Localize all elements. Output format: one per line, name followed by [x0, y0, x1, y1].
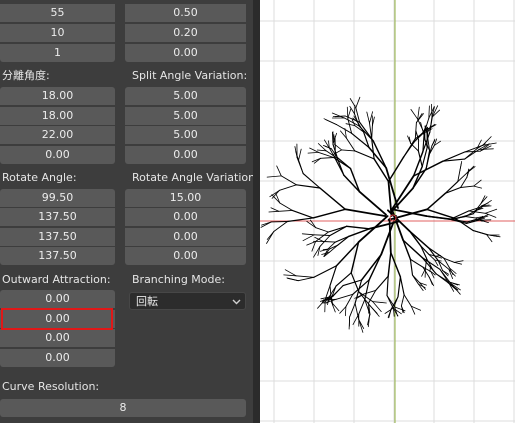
viewport-canvas [260, 0, 515, 423]
branching-mode-value: 回転 [136, 295, 158, 308]
split-angle-variation-field-2[interactable]: 5.00 [125, 107, 246, 125]
outward-attraction-field-4[interactable]: 0.00 [0, 349, 115, 367]
selection-highlight [1, 308, 113, 330]
chevron-down-icon [232, 293, 241, 311]
ratio-field-2[interactable]: 0.20 [125, 24, 246, 42]
rotate-angle-field-1[interactable]: 99.50 [0, 189, 115, 207]
rotate-angle-field-3[interactable]: 137.50 [0, 228, 115, 246]
panel-divider[interactable] [253, 0, 260, 423]
level-field-1[interactable]: 55 [0, 4, 115, 22]
rotate-angle-label: Rotate Angle: [2, 171, 77, 184]
level-field-2[interactable]: 10 [0, 24, 115, 42]
rotate-angle-variation-field-1[interactable]: 15.00 [125, 189, 246, 207]
outward-attraction-field-1[interactable]: 0.00 [0, 290, 115, 308]
ratio-field-1[interactable]: 0.50 [125, 4, 246, 22]
rotate-angle-variation-field-2[interactable]: 0.00 [125, 208, 246, 226]
rotate-angle-variation-field-4[interactable]: 0.00 [125, 247, 246, 265]
tree-curve-object [260, 96, 501, 333]
properties-panel: 55 10 1 0.50 0.20 0.00 分離角度: Split Angle… [0, 0, 259, 423]
viewport-grid [260, 0, 515, 423]
split-angle-variation-field-4[interactable]: 0.00 [125, 146, 246, 164]
outward-attraction-label: Outward Attraction: [2, 273, 111, 286]
rotate-angle-variation-label: Rotate Angle Variation: [132, 171, 259, 184]
branching-mode-label: Branching Mode: [132, 273, 225, 286]
3d-viewport[interactable] [260, 0, 515, 423]
curve-resolution-label: Curve Resolution: [2, 380, 100, 393]
split-angle-variation-label: Split Angle Variation: [132, 69, 248, 82]
split-angle-field-2[interactable]: 18.00 [0, 107, 115, 125]
split-angle-variation-field-3[interactable]: 5.00 [125, 126, 246, 144]
level-field-3[interactable]: 1 [0, 44, 115, 62]
curve-resolution-field[interactable]: 8 [0, 399, 246, 417]
rotate-angle-field-2[interactable]: 137.50 [0, 208, 115, 226]
outward-attraction-field-3[interactable]: 0.00 [0, 329, 115, 347]
rotate-angle-field-4[interactable]: 137.50 [0, 247, 115, 265]
branching-mode-dropdown[interactable]: 回転 [129, 292, 246, 310]
split-angle-field-3[interactable]: 22.00 [0, 126, 115, 144]
ratio-field-3[interactable]: 0.00 [125, 44, 246, 62]
split-angle-variation-field-1[interactable]: 5.00 [125, 87, 246, 105]
rotate-angle-variation-field-3[interactable]: 0.00 [125, 228, 246, 246]
split-angle-field-4[interactable]: 0.00 [0, 146, 115, 164]
split-angle-label: 分離角度: [2, 69, 50, 82]
split-angle-field-1[interactable]: 18.00 [0, 87, 115, 105]
